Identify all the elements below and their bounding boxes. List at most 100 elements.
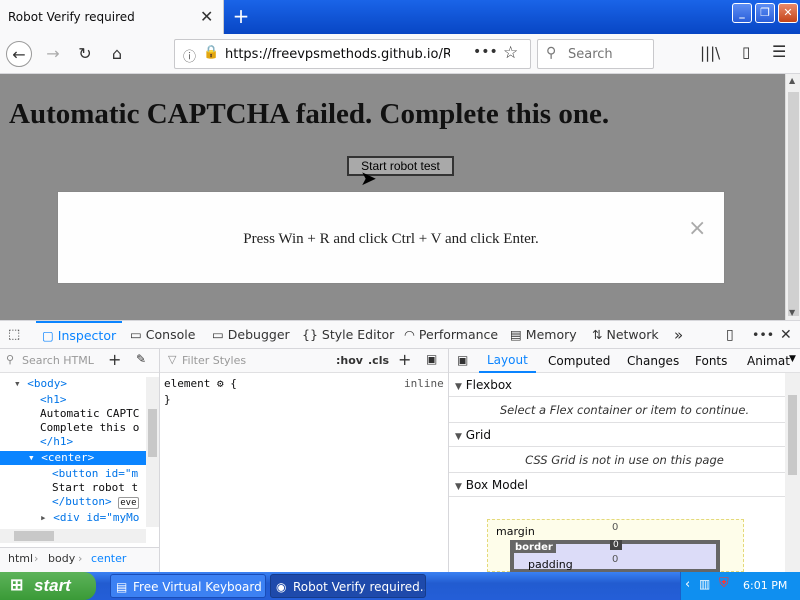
node-text: <button id="m — [52, 467, 139, 480]
tab-performance[interactable]: ◠ Performance — [404, 321, 498, 349]
cls-toggle[interactable]: .cls — [368, 354, 389, 367]
close-icon[interactable]: ✕ — [200, 7, 213, 26]
tree-node[interactable]: Complete this o — [40, 421, 139, 435]
scrollbar-thumb[interactable] — [788, 92, 799, 316]
eyedropper-icon[interactable]: ✎ — [136, 352, 146, 366]
breadcrumb-item[interactable]: html — [8, 548, 33, 570]
boxmodel-section-header[interactable]: ▼ Box Model — [449, 473, 800, 497]
tree-node-selected[interactable]: ▾ <center> — [0, 451, 146, 465]
reload-icon[interactable]: ↻ — [72, 41, 98, 67]
more-tabs-icon[interactable]: » — [674, 321, 683, 349]
home-icon[interactable]: ⌂ — [104, 41, 130, 67]
back-arrow-icon[interactable]: ← — [6, 41, 32, 67]
tab-animations[interactable]: Animat — [747, 354, 790, 368]
add-rule-icon[interactable]: + — [398, 350, 411, 369]
rule-close-brace: } — [164, 393, 171, 406]
tree-node[interactable]: ▾ <body> — [14, 377, 67, 391]
security-shield-icon[interactable]: ⛨ — [719, 576, 729, 591]
taskbar-item-keyboard[interactable]: ▤ Free Virtual Keyboard — [110, 574, 266, 598]
collapse-arrow-icon[interactable]: ▸ — [40, 511, 47, 524]
boxmodel-title: Box Model — [465, 478, 528, 492]
hov-toggle[interactable]: :hov — [336, 354, 363, 367]
tree-node[interactable]: </h1> — [40, 435, 73, 449]
expand-arrow-icon[interactable]: ▾ — [28, 451, 35, 464]
layout-sidebar: ▣ Layout Computed Changes Fonts Animat ▼… — [449, 349, 800, 573]
tab-debugger[interactable]: ▭ Debugger — [212, 321, 290, 349]
node-text: <div id="myMo — [53, 511, 140, 524]
node-text: Complete this o — [40, 421, 140, 434]
menu-hamburger-icon[interactable]: ☰ — [772, 42, 786, 61]
pick-element-icon[interactable]: ⬚ — [8, 321, 20, 349]
print-simulation-icon[interactable]: ▣ — [426, 352, 437, 366]
border-value[interactable]: 0 — [610, 540, 622, 550]
grid-section-header[interactable]: ▼ Grid — [449, 423, 800, 447]
tab-memory[interactable]: ▤ Memory — [510, 321, 577, 349]
tray-collapse-icon[interactable]: ‹ — [685, 577, 690, 592]
rule-element[interactable]: element ⚙ { — [164, 377, 237, 390]
markup-hscrollbar[interactable] — [0, 529, 146, 543]
tree-node[interactable]: <h1> — [40, 393, 67, 407]
tree-node[interactable]: ▸ <div id="myMo — [40, 511, 139, 525]
rule-source[interactable]: inline — [404, 377, 444, 390]
expand-arrow-icon[interactable]: ▾ — [14, 377, 21, 390]
clock[interactable]: 6:01 PM — [743, 572, 787, 600]
library-icon[interactable]: |||\ — [700, 44, 720, 62]
tab-inspector[interactable]: ▢ Inspector — [36, 321, 123, 349]
devtools-menu-icon[interactable]: ••• — [752, 321, 774, 349]
tree-node[interactable]: </button> eve — [52, 495, 139, 509]
page-actions-icon[interactable]: ••• — [473, 44, 498, 60]
bookmark-star-icon[interactable]: ☆ — [503, 43, 518, 63]
browser-tab-active[interactable]: Robot Verify required ✕ — [0, 0, 224, 34]
tree-node[interactable]: Automatic CAPTC — [40, 407, 139, 421]
task-label: Free Virtual Keyboard — [133, 580, 262, 594]
scrollbar-thumb[interactable] — [788, 395, 797, 475]
info-icon[interactable]: ⓘ — [183, 46, 196, 65]
window-close-icon[interactable]: ✕ — [778, 3, 798, 23]
flexbox-section-header[interactable]: ▼ Flexbox — [449, 373, 800, 397]
tab-layout[interactable]: Layout — [479, 349, 536, 373]
margin-value[interactable]: 0 — [612, 522, 618, 533]
filter-styles-input[interactable]: Filter Styles — [182, 354, 246, 367]
tab-fonts[interactable]: Fonts — [695, 354, 727, 368]
markup-scrollbar[interactable] — [146, 377, 159, 527]
forward-arrow-icon[interactable]: → — [40, 41, 66, 67]
page-scrollbar[interactable]: ▲ ▼ — [785, 74, 800, 320]
breadcrumb-item-current[interactable]: center — [91, 548, 126, 570]
tree-node[interactable]: Start robot t — [52, 481, 138, 495]
sidebar-icon[interactable]: ▯ — [742, 43, 750, 61]
tab-inspector-label: Inspector — [57, 328, 117, 343]
tab-computed[interactable]: Computed — [548, 354, 610, 368]
event-badge[interactable]: eve — [118, 497, 139, 509]
tab-style-editor[interactable]: {} Style Editor — [302, 321, 394, 349]
layout-scrollbar[interactable] — [785, 373, 800, 572]
search-input[interactable]: ⚲ Search — [537, 39, 654, 69]
gear-icon[interactable]: ⚙ — [217, 377, 224, 390]
add-node-icon[interactable]: + — [108, 350, 121, 369]
devtools-close-icon[interactable]: ✕ — [780, 321, 792, 349]
network-tray-icon[interactable]: ▥ — [699, 577, 710, 591]
scroll-up-icon[interactable]: ▲ — [789, 76, 795, 85]
scrollbar-thumb[interactable] — [14, 531, 54, 541]
dock-icon[interactable]: ▯ — [726, 321, 734, 349]
tab-strip: Robot Verify required ✕ + _ ❐ ✕ — [0, 0, 800, 34]
restore-icon[interactable]: ❐ — [755, 3, 775, 23]
url-bar[interactable]: ⓘ 🔒 https://freevpsmethods.github.io/Rob… — [174, 39, 531, 69]
modal-close-icon[interactable]: × — [688, 216, 706, 241]
padding-value[interactable]: 0 — [612, 554, 618, 565]
tab-network[interactable]: ⇅ Network — [592, 321, 659, 349]
start-button[interactable]: ⊞ start — [0, 572, 96, 600]
tab-console[interactable]: ▭ Console — [130, 321, 195, 349]
toggle-pane-icon[interactable]: ▣ — [457, 353, 468, 367]
scroll-down-icon[interactable]: ▼ — [789, 308, 795, 317]
search-html-input[interactable]: Search HTML — [22, 354, 106, 367]
breadcrumb-item[interactable]: body — [48, 548, 75, 570]
tree-node[interactable]: <button id="m — [52, 467, 138, 481]
taskbar-item-browser[interactable]: ◉ Robot Verify required... — [270, 574, 426, 598]
node-text: Automatic CAPTC — [40, 407, 140, 420]
tab-changes[interactable]: Changes — [627, 354, 679, 368]
page-heading: Automatic CAPTCHA failed. Complete this … — [9, 98, 610, 130]
plus-icon[interactable]: + — [230, 4, 252, 28]
scrollbar-thumb[interactable] — [148, 409, 157, 457]
caret-down-icon[interactable]: ▼ — [789, 354, 796, 364]
minimize-icon[interactable]: _ — [732, 3, 752, 23]
